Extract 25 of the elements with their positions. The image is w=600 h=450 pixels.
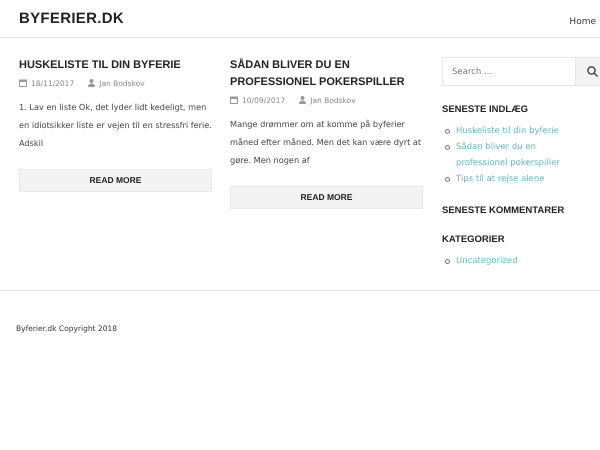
bullet-icon [445, 177, 450, 182]
person-icon [88, 79, 96, 87]
calendar-icon [19, 79, 27, 87]
widget-title: KATEGORIER [442, 234, 506, 245]
site-title[interactable]: BYFERIER.DK [19, 10, 124, 27]
sidebar-link[interactable]: Huskeliste til din byferie [456, 123, 559, 139]
post-excerpt: 1. Lav en liste Ok, det lyder lidt kedeligt, men en idiotsikker liste er vejen til en stressfri ferie. Adskil [19, 101, 212, 150]
person-icon [299, 96, 306, 104]
sidebar-link[interactable]: Tips til at rejse alene [456, 171, 544, 187]
widget-title: SENESTE KOMMENTARER [442, 205, 566, 216]
nav-link[interactable]: Home [569, 17, 596, 27]
sidebar-link[interactable]: Sådan bliver du en professionel pokerspiller [456, 139, 585, 171]
sidebar-link[interactable]: Uncategorized [456, 253, 518, 269]
post-title[interactable]: HUSKELISTE TIL DIN BYFERIE [19, 57, 212, 74]
post-title[interactable]: SÅDAN BLIVER DU EN PROFESSIONEL POKERSPILLER [230, 57, 423, 91]
calendar-icon [230, 96, 238, 104]
widget-title: SENESTE INDLÆG [442, 104, 530, 115]
bullet-icon [445, 145, 450, 150]
bullet-icon [445, 259, 450, 264]
search-icon [587, 66, 598, 77]
search-field[interactable]: Search … [442, 57, 575, 86]
read-more-button[interactable]: READ MORE [230, 186, 423, 208]
bullet-icon [445, 129, 450, 134]
post-excerpt: Mange drømmer om at komme på byferier måned efter måned. Men det kan være dyrt at gøre. Men nogen af [230, 118, 422, 167]
read-more-button[interactable]: READ MORE [19, 168, 212, 192]
